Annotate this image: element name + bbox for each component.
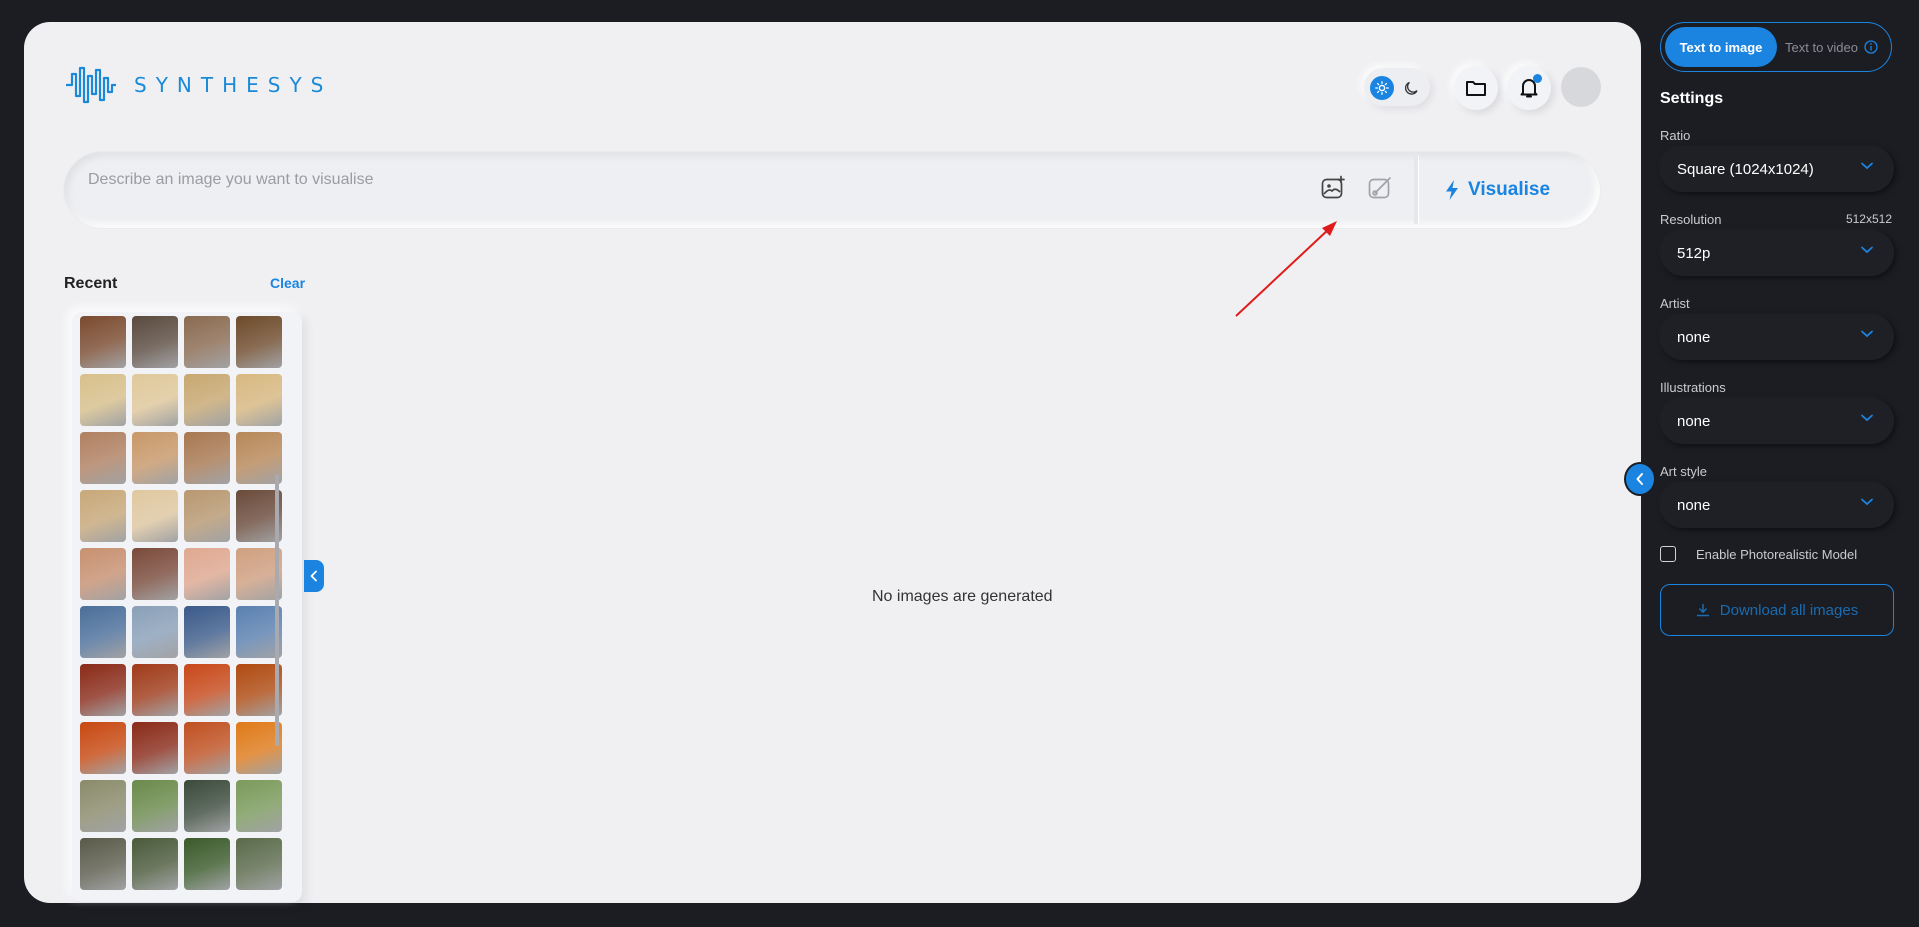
resolution-select[interactable]: 512p [1660, 230, 1894, 276]
ratio-value: Square (1024x1024) [1677, 160, 1814, 178]
tab-text-to-video[interactable]: Text to video [1785, 27, 1889, 67]
chevron-down-icon [1861, 498, 1873, 506]
recent-thumbnail[interactable] [80, 780, 126, 832]
ratio-label: Ratio [1660, 128, 1691, 143]
recent-title: Recent [64, 275, 118, 292]
theme-toggle[interactable] [1364, 68, 1430, 106]
resolution-hint: 512x512 [1845, 212, 1892, 226]
recent-thumbnail[interactable] [132, 780, 178, 832]
recent-thumbnail[interactable] [80, 432, 126, 484]
art-style-label: Art style [1660, 464, 1707, 479]
chevron-down-icon [1861, 414, 1873, 422]
recent-thumbnail[interactable] [80, 316, 126, 368]
recent-thumbnail[interactable] [132, 374, 178, 426]
folder-icon [1466, 81, 1486, 96]
recent-thumbnail[interactable] [184, 316, 230, 368]
recent-thumbnail[interactable] [80, 722, 126, 774]
info-icon[interactable] [1864, 40, 1878, 54]
recent-thumbnail[interactable] [184, 548, 230, 600]
recent-thumbnail[interactable] [80, 606, 126, 658]
chevron-down-icon [1861, 246, 1873, 254]
image-sparkle-icon[interactable] [1319, 174, 1347, 202]
art-style-value: none [1677, 496, 1711, 514]
recent-thumbnail[interactable] [132, 316, 178, 368]
chevron-left-icon [310, 570, 317, 582]
recent-thumbnail[interactable] [132, 432, 178, 484]
recent-thumbnail[interactable] [80, 838, 126, 890]
recent-thumbnail[interactable] [80, 548, 126, 600]
recent-thumbnail[interactable] [184, 432, 230, 484]
visualise-button[interactable]: Visualise [1436, 168, 1558, 212]
tab-text-to-image[interactable]: Text to image [1665, 27, 1777, 67]
chevron-down-icon [1861, 330, 1873, 338]
art-style-select[interactable]: none [1660, 482, 1894, 528]
photorealistic-label: Enable Photorealistic Model [1696, 546, 1858, 562]
annotation-arrow [1235, 221, 1337, 317]
avatar[interactable] [1561, 67, 1601, 107]
illustrations-value: none [1677, 412, 1711, 430]
brand-name: SYNTHESYS [134, 73, 333, 97]
recent-thumbnail[interactable] [236, 374, 282, 426]
recent-thumbnail[interactable] [184, 838, 230, 890]
prompt-divider [1414, 156, 1418, 224]
brand-logo[interactable]: SYNTHESYS [64, 64, 332, 106]
download-icon [1696, 603, 1710, 617]
illustrations-select[interactable]: none [1660, 398, 1894, 444]
ratio-select[interactable]: Square (1024x1024) [1660, 146, 1894, 192]
clear-recent-button[interactable]: Clear [270, 275, 305, 291]
moon-icon[interactable] [1402, 76, 1424, 98]
photorealistic-row: Enable Photorealistic Model [1660, 546, 1857, 562]
collapse-settings-button[interactable] [1626, 464, 1654, 494]
notifications-button[interactable] [1507, 66, 1551, 110]
prompt-box: Visualise [64, 152, 1600, 228]
download-all-button[interactable]: Download all images [1660, 584, 1894, 636]
recent-thumbnail[interactable] [236, 838, 282, 890]
recent-thumbnail[interactable] [184, 606, 230, 658]
folder-button[interactable] [1454, 66, 1498, 110]
photorealistic-checkbox[interactable] [1660, 546, 1676, 562]
brush-edit-icon[interactable] [1366, 174, 1394, 202]
recent-thumbnail[interactable] [236, 780, 282, 832]
recent-thumbnail[interactable] [132, 606, 178, 658]
artist-select[interactable]: none [1660, 314, 1894, 360]
recent-thumbnail[interactable] [132, 664, 178, 716]
illustrations-label: Illustrations [1660, 380, 1726, 395]
empty-state-message: No images are generated [872, 588, 1053, 605]
main-panel: SYNTHESYS Visualise Recent Clear [24, 22, 1641, 903]
recent-thumbnail[interactable] [80, 490, 126, 542]
lightning-icon [1446, 180, 1458, 200]
mode-tabs: Text to image Text to video [1660, 22, 1892, 72]
prompt-input[interactable] [88, 166, 1288, 194]
recent-scrollbar[interactable] [275, 474, 279, 746]
download-all-label: Download all images [1719, 601, 1859, 619]
recent-thumbnail[interactable] [184, 490, 230, 542]
sun-icon[interactable] [1370, 76, 1394, 100]
chevron-left-icon [1636, 473, 1643, 485]
recent-thumbnail[interactable] [132, 838, 178, 890]
recent-thumbnail[interactable] [236, 316, 282, 368]
recent-thumbnail[interactable] [184, 664, 230, 716]
chevron-down-icon [1861, 162, 1873, 170]
recent-thumbnail[interactable] [132, 548, 178, 600]
recent-thumbnail[interactable] [80, 664, 126, 716]
recent-thumbnail[interactable] [184, 780, 230, 832]
recent-panel [72, 312, 302, 902]
recent-thumbnail[interactable] [80, 374, 126, 426]
artist-label: Artist [1660, 296, 1690, 311]
artist-value: none [1677, 328, 1711, 346]
waveform-icon [66, 66, 116, 104]
settings-title: Settings [1660, 90, 1724, 107]
recent-thumbnail[interactable] [184, 374, 230, 426]
recent-thumbnail[interactable] [184, 722, 230, 774]
collapse-recent-button[interactable] [304, 560, 324, 592]
notification-dot [1533, 74, 1542, 83]
resolution-label: Resolution [1660, 212, 1722, 227]
recent-thumbnail[interactable] [132, 490, 178, 542]
tab-text-to-video-label: Text to video [1785, 39, 1858, 55]
recent-thumbnail[interactable] [132, 722, 178, 774]
thumbnail-grid [80, 316, 282, 890]
visualise-label: Visualise [1468, 179, 1551, 200]
resolution-value: 512p [1677, 244, 1711, 262]
